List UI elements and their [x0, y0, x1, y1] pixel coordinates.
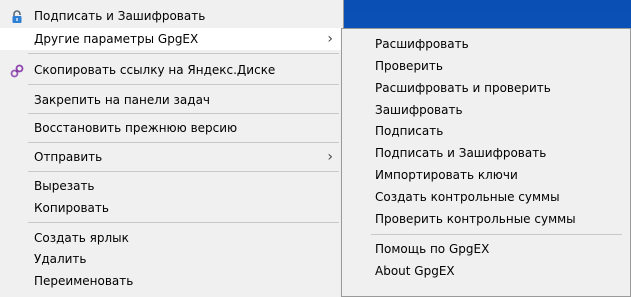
menu-separator — [28, 84, 339, 85]
menu-item-rename[interactable]: Переименовать — [0, 270, 343, 292]
menu-item-delete[interactable]: Удалить — [0, 248, 343, 270]
menu-item-label: Удалить — [34, 252, 87, 266]
submenu-item-label: Проверить контрольные суммы — [375, 212, 576, 226]
menu-item-create-shortcut[interactable]: Создать ярлык — [0, 227, 343, 249]
menu-item-label: Копировать — [34, 201, 109, 215]
submenu-item-label: Создать контрольные суммы — [375, 190, 560, 204]
gpgex-submenu: Расшифровать Проверить Расшифровать и пр… — [341, 28, 631, 297]
submenu-item-help[interactable]: Помощь по GpgEX — [342, 238, 630, 260]
menu-item-label: Переименовать — [34, 274, 134, 288]
menu-item-copy[interactable]: Копировать — [0, 197, 343, 219]
menu-item-send-to[interactable]: Отправить › — [0, 146, 343, 168]
submenu-item-label: Подписать и Зашифровать — [375, 146, 547, 160]
menu-separator — [28, 53, 339, 54]
submenu-item-encrypt[interactable]: Зашифровать — [342, 99, 630, 121]
menu-item-pin-taskbar[interactable]: Закрепить на панели задач — [0, 89, 343, 111]
submenu-item-label: Расшифровать и проверить — [375, 81, 551, 95]
submenu-item-decrypt-verify[interactable]: Расшифровать и проверить — [342, 77, 630, 99]
menu-separator — [28, 171, 339, 172]
submenu-item-verify-checksums[interactable]: Проверить контрольные суммы — [342, 208, 630, 230]
menu-item-restore-version[interactable]: Восстановить прежнюю версию — [0, 117, 343, 139]
submenu-item-import-keys[interactable]: Импортировать ключи — [342, 164, 630, 186]
chevron-right-icon: › — [327, 31, 333, 47]
menu-separator — [28, 113, 339, 114]
menu-separator — [28, 142, 339, 143]
lock-icon — [10, 9, 24, 23]
submenu-item-label: Зашифровать — [375, 103, 463, 117]
menu-item-sign-encrypt[interactable]: Подписать и Зашифровать — [0, 5, 343, 27]
menu-item-label: Создать ярлык — [34, 231, 129, 245]
menu-item-gpgex-options[interactable]: Другие параметры GpgEX › — [0, 28, 343, 50]
submenu-item-label: Подписать — [375, 124, 444, 138]
submenu-separator — [371, 234, 622, 235]
submenu-item-sign-encrypt[interactable]: Подписать и Зашифровать — [342, 142, 630, 164]
menu-separator — [28, 222, 339, 223]
submenu-item-sign[interactable]: Подписать — [342, 120, 630, 142]
submenu-item-label: Проверить — [375, 59, 443, 73]
menu-item-label: Другие параметры GpgEX — [34, 32, 199, 46]
submenu-item-label: Расшифровать — [375, 37, 469, 51]
menu-item-label: Подписать и Зашифровать — [34, 9, 206, 23]
link-icon — [10, 63, 24, 78]
menu-item-label: Скопировать ссылку на Яндекс.Диске — [34, 63, 276, 77]
submenu-item-about[interactable]: About GpgEX — [342, 260, 630, 282]
menu-item-label: Вырезать — [34, 179, 95, 193]
context-menu: Подписать и Зашифровать Другие параметры… — [0, 0, 344, 297]
submenu-item-verify[interactable]: Проверить — [342, 55, 630, 77]
menu-item-label: Закрепить на панели задач — [34, 93, 211, 107]
submenu-item-decrypt[interactable]: Расшифровать — [342, 33, 630, 55]
chevron-right-icon: › — [327, 149, 333, 165]
menu-item-label: Восстановить прежнюю версию — [34, 121, 238, 135]
submenu-item-label: Импортировать ключи — [375, 168, 518, 182]
menu-item-label: Отправить — [34, 150, 103, 164]
submenu-item-label: Помощь по GpgEX — [375, 242, 490, 256]
submenu-item-create-checksums[interactable]: Создать контрольные суммы — [342, 186, 630, 208]
menu-item-cut[interactable]: Вырезать — [0, 175, 343, 197]
menu-item-copy-yandex-link[interactable]: Скопировать ссылку на Яндекс.Диске — [0, 59, 343, 81]
submenu-item-label: About GpgEX — [375, 264, 455, 278]
